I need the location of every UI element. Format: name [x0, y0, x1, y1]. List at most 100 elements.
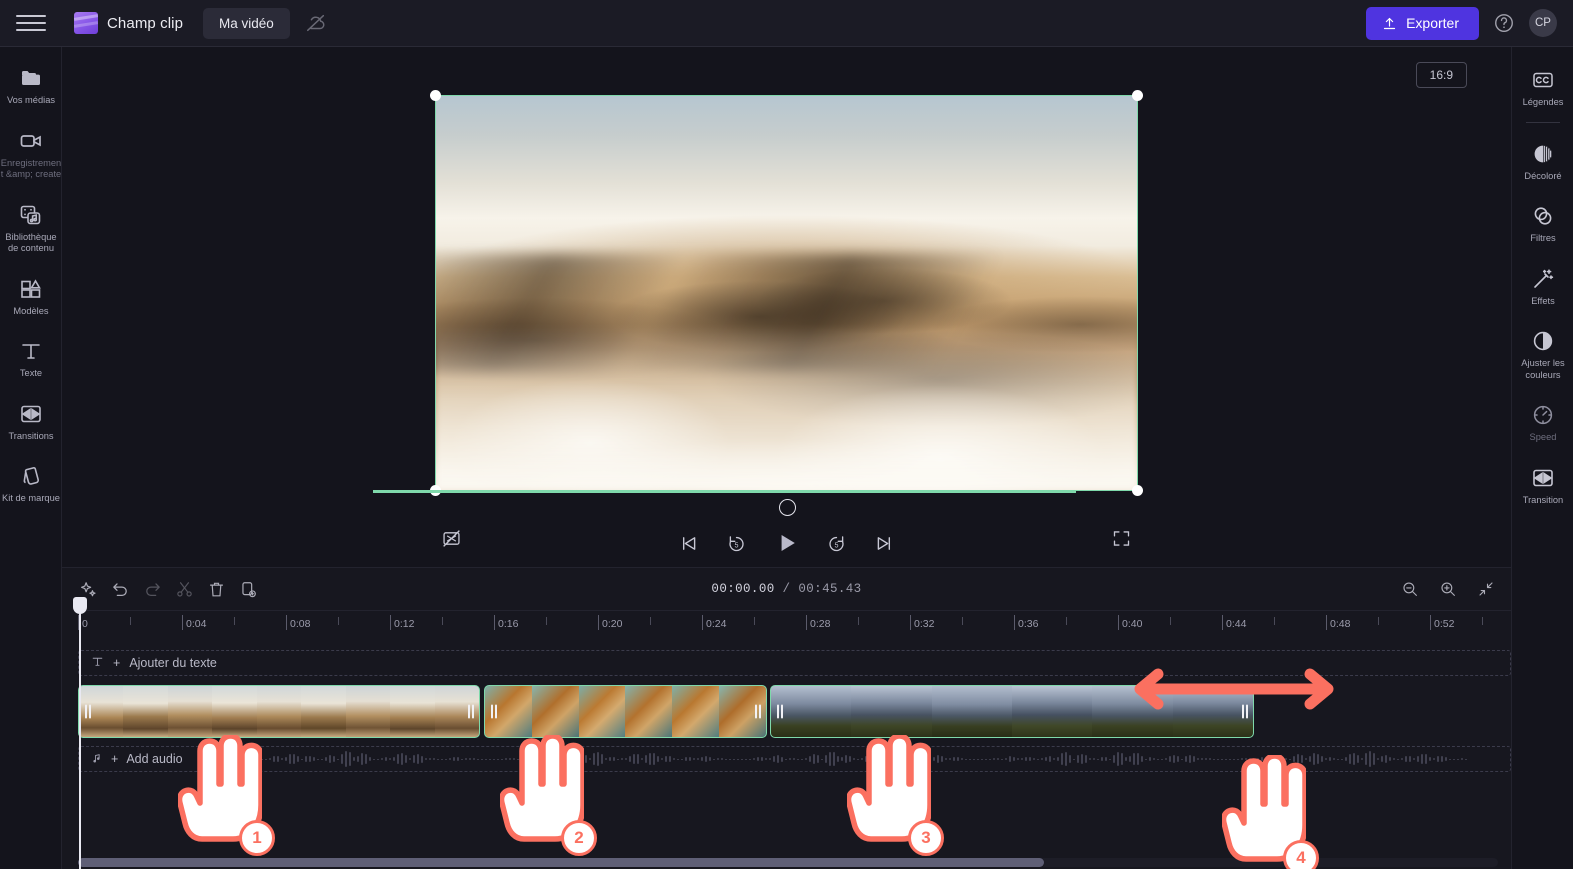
hamburger-icon[interactable]	[16, 12, 46, 34]
ruler-tick-label: 0:12	[394, 618, 415, 630]
trash-icon[interactable]	[205, 578, 227, 600]
fullscreen-icon[interactable]	[1109, 526, 1133, 550]
waveform-bar	[493, 758, 495, 760]
waveform-bar	[713, 758, 715, 760]
forward-5-icon[interactable]: 5	[825, 531, 849, 555]
zoom-in-icon[interactable]	[1437, 578, 1459, 600]
right-item-legendes[interactable]: Légendes	[1512, 59, 1573, 116]
hand-cursor-4: 4	[1220, 753, 1319, 869]
waveform-bar	[349, 752, 351, 766]
waveform-bar	[1377, 757, 1379, 761]
waveform-bar	[353, 756, 355, 762]
skip-next-icon[interactable]	[873, 531, 897, 555]
timeline-scrollbar-thumb[interactable]	[78, 858, 1044, 867]
waveform-bar	[1309, 755, 1311, 763]
export-button[interactable]: Exporter	[1366, 6, 1479, 40]
sidebar-item-bibliotheque[interactable]: Bibliothèque de contenu	[0, 194, 62, 262]
right-item-effets[interactable]: Effets	[1512, 258, 1573, 315]
ruler-tick	[1430, 615, 1431, 630]
waveform-bar	[313, 757, 315, 761]
duplicate-icon[interactable]	[237, 578, 259, 600]
sidebar-item-enregistrement[interactable]: Enregistrement &amp; create	[0, 120, 62, 188]
waveform-bar	[269, 757, 271, 761]
waveform-bar	[617, 758, 619, 760]
aspect-ratio-button[interactable]: 16:9	[1415, 62, 1467, 88]
redo-icon[interactable]	[141, 578, 163, 600]
clip-trim-handle-right[interactable]	[465, 703, 476, 720]
waveform-bar	[685, 757, 687, 761]
waveform-bar	[833, 752, 835, 766]
playhead-knob[interactable]	[73, 597, 87, 614]
right-item-label: Filtres	[1530, 233, 1556, 244]
cloud-off-icon[interactable]	[303, 10, 329, 36]
waveform-bar	[329, 755, 331, 763]
waveform-bar	[1053, 757, 1055, 761]
selection-handle-top-right[interactable]	[1132, 90, 1143, 101]
waveform-bar	[653, 753, 655, 765]
clip-trim-handle-left[interactable]	[774, 703, 785, 720]
ruler-tick-minor	[754, 617, 755, 625]
add-text-label: Ajouter du texte	[129, 656, 217, 670]
waveform-bar	[973, 758, 975, 760]
ruler-tick	[702, 615, 703, 630]
undo-icon[interactable]	[109, 578, 131, 600]
right-item-decolore[interactable]: Décoloré	[1512, 133, 1573, 190]
right-item-transition[interactable]: Transition	[1512, 457, 1573, 514]
right-item-label: Transition	[1522, 494, 1564, 505]
waveform-bar	[1181, 758, 1183, 760]
sidebar-item-kit-de-marque[interactable]: Kit de marque	[0, 455, 62, 512]
scissors-icon[interactable]	[173, 578, 195, 600]
play-button[interactable]	[773, 529, 801, 557]
clip-river[interactable]	[484, 685, 767, 738]
clip-trim-handle-left[interactable]	[488, 703, 499, 720]
waveform-bar	[1345, 757, 1347, 761]
sidebar-item-transitions[interactable]: Transitions	[0, 393, 62, 450]
fit-to-screen-icon[interactable]	[1475, 578, 1497, 600]
waveform-bar	[357, 756, 359, 762]
help-circle-icon[interactable]	[1493, 12, 1515, 34]
waveform-bar	[645, 755, 647, 763]
avatar[interactable]: CP	[1529, 9, 1557, 37]
waveform-bar	[401, 753, 403, 765]
skip-previous-icon[interactable]	[677, 531, 701, 555]
rotate-icon[interactable]	[779, 499, 796, 516]
timeline-ruler[interactable]: 0 0:04 0:08 0:12 0:16 0:20 0:24 0:28 0:32 0:36 0:4…	[78, 610, 1511, 636]
clip-dunes[interactable]	[78, 685, 480, 738]
ruler-tick-label: 0:24	[706, 618, 727, 630]
sidebar-item-texte[interactable]: Texte	[0, 330, 62, 387]
right-item-ajuster-les-couleurs[interactable]: Ajuster les couleurs	[1512, 320, 1573, 388]
project-tab[interactable]: Ma vidéo	[203, 7, 290, 39]
text-icon	[19, 339, 43, 363]
waveform-bar	[941, 755, 943, 763]
waveform-bar	[1401, 757, 1403, 761]
zoom-out-icon[interactable]	[1399, 578, 1421, 600]
selection-handle-top-left[interactable]	[430, 90, 441, 101]
preview-progress-bar[interactable]	[373, 490, 1076, 493]
sidebar-item-label: Vos médias	[6, 95, 56, 105]
video-preview[interactable]	[435, 95, 1138, 491]
waveform-bar	[637, 754, 639, 764]
waveform-bar	[721, 758, 723, 760]
waveform-bar	[689, 756, 691, 762]
selection-handle-bottom-right[interactable]	[1132, 485, 1143, 496]
sidebar-item-label: Transitions	[8, 430, 54, 441]
sidebar-item-label: Kit de marque	[2, 493, 60, 504]
text-icon	[91, 655, 104, 671]
playhead[interactable]	[73, 597, 87, 869]
clip-trim-handle-left[interactable]	[82, 703, 93, 720]
effects-wand-icon	[1531, 267, 1555, 291]
waveform-bar	[1141, 755, 1143, 763]
waveform-bar	[1409, 755, 1411, 763]
waveform-bar	[325, 756, 327, 762]
right-item-filtres[interactable]: Filtres	[1512, 195, 1573, 252]
waveform-bar	[417, 753, 419, 765]
waveform-bar	[305, 756, 307, 762]
right-item-speed[interactable]: Speed	[1512, 394, 1573, 451]
sidebar-item-modeles[interactable]: Modèles	[0, 268, 62, 325]
ruler-tick-minor	[650, 617, 651, 625]
clip-trim-handle-right[interactable]	[752, 703, 763, 720]
waveform-bar	[405, 755, 407, 763]
waveform-bar	[589, 757, 591, 761]
rewind-5-icon[interactable]: 5	[725, 531, 749, 555]
sidebar-item-vos-medias[interactable]: Vos médias	[0, 57, 62, 114]
